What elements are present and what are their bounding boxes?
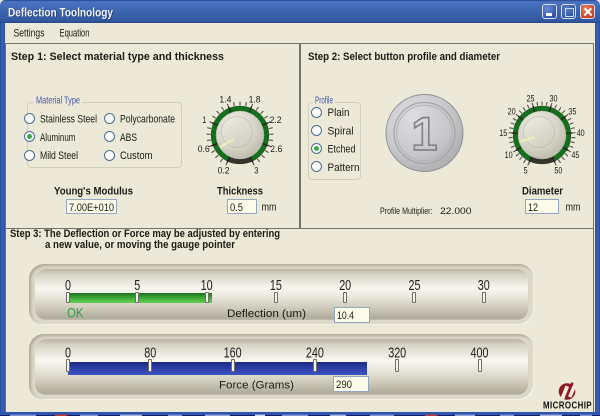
svg-text:0: 0 xyxy=(65,278,71,294)
svg-text:5: 5 xyxy=(134,278,140,294)
svg-text:3: 3 xyxy=(254,166,258,177)
svg-text:30: 30 xyxy=(550,93,558,104)
svg-text:Material Type: Material Type xyxy=(36,96,80,107)
svg-text:Deflection (um): Deflection (um) xyxy=(227,308,306,320)
svg-text:35: 35 xyxy=(568,106,576,117)
svg-text:Equation: Equation xyxy=(60,28,90,40)
svg-text:0.2: 0.2 xyxy=(218,166,230,177)
svg-text:Step 1: Select material type a: Step 1: Select material type and thickne… xyxy=(11,51,224,63)
svg-text:25: 25 xyxy=(527,93,535,104)
svg-text:30: 30 xyxy=(478,278,490,294)
svg-text:ABS: ABS xyxy=(120,132,137,144)
svg-text:12: 12 xyxy=(528,202,538,214)
svg-text:160: 160 xyxy=(224,346,242,362)
svg-text:Step 2: Select button profile: Step 2: Select button profile and diamet… xyxy=(308,51,501,63)
svg-text:320: 320 xyxy=(388,346,406,362)
svg-text:Mild Steel: Mild Steel xyxy=(40,150,78,162)
svg-text:Plain: Plain xyxy=(328,107,350,119)
svg-text:Etched: Etched xyxy=(328,144,356,156)
svg-text:Deflection Toolnology: Deflection Toolnology xyxy=(8,5,113,19)
svg-text:Force (Grams): Force (Grams) xyxy=(219,379,294,391)
svg-text:Diameter: Diameter xyxy=(522,185,564,197)
svg-text:45: 45 xyxy=(571,150,579,161)
svg-text:7.00E+010: 7.00E+010 xyxy=(69,202,114,214)
svg-text:2.6: 2.6 xyxy=(270,144,282,155)
svg-text:Custom: Custom xyxy=(120,150,153,162)
svg-text:Profile: Profile xyxy=(315,96,333,107)
svg-text:10: 10 xyxy=(505,150,513,161)
svg-text:20: 20 xyxy=(339,278,351,294)
svg-text:OK: OK xyxy=(67,305,84,321)
svg-text:50: 50 xyxy=(554,166,562,177)
svg-text:10: 10 xyxy=(201,278,213,294)
svg-text:10.4: 10.4 xyxy=(337,310,354,322)
svg-text:80: 80 xyxy=(144,346,156,362)
svg-text:15: 15 xyxy=(499,128,507,139)
svg-text:Young's Modulus: Young's Modulus xyxy=(54,185,133,197)
svg-text:2.2: 2.2 xyxy=(270,115,282,126)
svg-text:240: 240 xyxy=(306,346,324,362)
svg-text:Stainless Steel: Stainless Steel xyxy=(40,114,97,126)
svg-text:5: 5 xyxy=(524,166,528,177)
svg-text:Profile Multiplier:: Profile Multiplier: xyxy=(380,206,433,217)
svg-text:22.000: 22.000 xyxy=(440,206,472,217)
svg-text:40: 40 xyxy=(577,128,585,139)
svg-text:Pattern: Pattern xyxy=(328,162,360,174)
svg-text:Settings: Settings xyxy=(14,28,45,40)
svg-text:290: 290 xyxy=(336,379,352,391)
svg-text:a new value, or moving the gau: a new value, or moving the gauge pointer xyxy=(45,239,236,251)
svg-text:1.8: 1.8 xyxy=(249,95,261,106)
svg-text:1: 1 xyxy=(411,107,437,160)
svg-text:Polycarbonate: Polycarbonate xyxy=(120,114,175,126)
svg-text:25: 25 xyxy=(409,278,421,294)
svg-text:0.5: 0.5 xyxy=(230,202,243,214)
svg-text:1.4: 1.4 xyxy=(219,95,231,106)
svg-text:mm: mm xyxy=(566,202,581,214)
svg-text:mm: mm xyxy=(262,202,277,214)
svg-text:Aluminum: Aluminum xyxy=(40,132,75,144)
svg-text:Thickness: Thickness xyxy=(217,185,263,197)
svg-text:20: 20 xyxy=(508,106,516,117)
svg-text:0: 0 xyxy=(65,346,71,362)
svg-text:MICROCHIP: MICROCHIP xyxy=(543,400,592,411)
svg-text:Spiral: Spiral xyxy=(328,125,354,137)
svg-text:15: 15 xyxy=(270,278,282,294)
svg-text:0.6: 0.6 xyxy=(198,144,210,155)
svg-text:400: 400 xyxy=(471,346,489,362)
svg-text:1: 1 xyxy=(202,115,206,126)
